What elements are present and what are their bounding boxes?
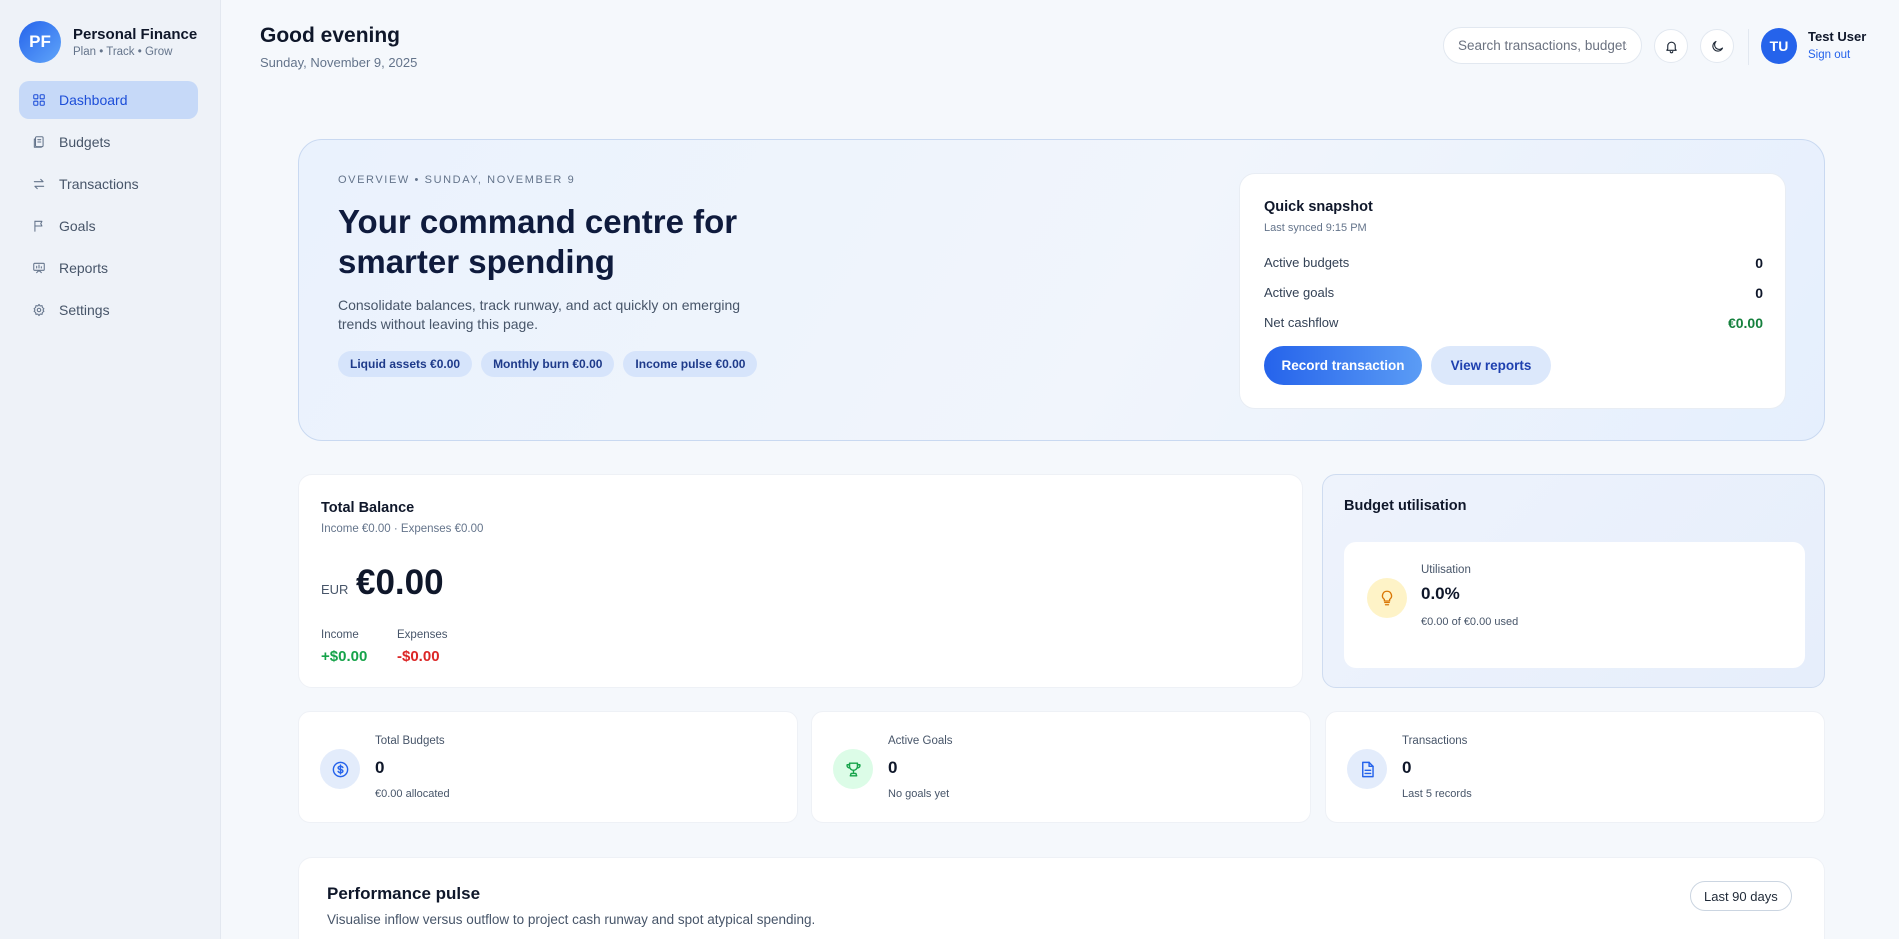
sidebar-item-budgets[interactable]: Budgets	[19, 123, 198, 161]
snapshot-row-value: 0	[1755, 285, 1763, 301]
sidebar: PF Personal Finance Plan • Track • Grow …	[0, 0, 221, 939]
sidebar-item-label: Transactions	[59, 176, 139, 192]
balance-title: Total Balance	[321, 500, 415, 516]
utilisation-value: 0.0%	[1421, 584, 1460, 603]
income-label: Income	[321, 629, 359, 641]
brand-name: Personal Finance	[73, 26, 198, 43]
sidebar-item-transactions[interactable]: Transactions	[19, 165, 198, 203]
brand-tagline: Plan • Track • Grow	[73, 46, 173, 58]
snapshot-row-active-goals: Active goals 0	[1264, 285, 1763, 301]
stat-value: 0	[888, 758, 898, 777]
lightbulb-icon	[1367, 578, 1407, 618]
performance-pulse-card: Performance pulse Visualise inflow versu…	[298, 857, 1825, 939]
performance-title: Performance pulse	[327, 884, 481, 903]
page-greeting: Good evening	[260, 24, 401, 47]
sidebar-item-settings[interactable]: Settings	[19, 291, 198, 329]
brand[interactable]: PF Personal Finance Plan • Track • Grow	[19, 21, 197, 63]
snapshot-row-label: Active budgets	[1264, 255, 1350, 270]
stat-value: 0	[1402, 758, 1412, 777]
stat-subtext: Last 5 records	[1402, 788, 1472, 800]
stat-value: 0	[375, 758, 385, 777]
total-balance-card: Total Balance Income €0.00 · Expenses €0…	[298, 474, 1303, 688]
hero-title: Your command centre for smarter spending	[338, 203, 738, 280]
date-range-button[interactable]: Last 90 days	[1690, 881, 1792, 911]
header-divider	[1748, 29, 1749, 65]
performance-subtitle: Visualise inflow versus outflow to proje…	[327, 912, 816, 927]
stat-card-active-goals[interactable]: Active Goals 0 No goals yet	[811, 711, 1311, 823]
pill-income-pulse: Income pulse €0.00	[623, 351, 758, 377]
theme-toggle-button[interactable]	[1700, 29, 1734, 63]
flag-icon	[34, 220, 43, 232]
sidebar-item-label: Budgets	[59, 134, 111, 150]
moon-icon	[1711, 40, 1723, 52]
sidebar-item-goals[interactable]: Goals	[19, 207, 198, 245]
hero-pills: Liquid assets €0.00 Monthly burn €0.00 I…	[338, 351, 758, 377]
bell-icon	[1665, 41, 1677, 53]
avatar[interactable]: TU	[1761, 28, 1797, 64]
hero-eyebrow: OVERVIEW • SUNDAY, NOVEMBER 9	[338, 174, 576, 186]
balance-amount: €0.00	[356, 563, 444, 602]
transfer-icon	[33, 178, 45, 190]
utilisation-label: Utilisation	[1421, 564, 1471, 576]
utilisation-panel: Utilisation 0.0% €0.00 of €0.00 used	[1344, 542, 1805, 668]
stat-subtext: No goals yet	[888, 788, 950, 800]
snapshot-row-label: Active goals	[1264, 285, 1335, 300]
sidebar-item-label: Goals	[59, 218, 96, 234]
stat-subtext: €0.00 allocated	[375, 788, 450, 800]
report-icon	[33, 262, 45, 274]
sidebar-item-dashboard[interactable]: Dashboard	[19, 81, 198, 119]
stat-card-transactions[interactable]: Transactions 0 Last 5 records	[1325, 711, 1825, 823]
hero-overview: OVERVIEW • SUNDAY, NOVEMBER 9 Your comma…	[298, 139, 1825, 441]
budget-utilisation-card: Budget utilisation Utilisation 0.0% €0.0…	[1322, 474, 1825, 688]
snapshot-row-label: Net cashflow	[1264, 315, 1339, 330]
stat-label: Total Budgets	[375, 735, 445, 747]
trophy-icon	[833, 749, 873, 789]
dashboard-icon	[33, 94, 45, 106]
page-date: Sunday, November 9, 2025	[260, 55, 418, 70]
snapshot-row-active-budgets: Active budgets 0	[1264, 255, 1763, 271]
hero-description: Consolidate balances, track runway, and …	[338, 297, 741, 332]
sidebar-item-reports[interactable]: Reports	[19, 249, 198, 287]
stat-card-total-budgets[interactable]: Total Budgets 0 €0.00 allocated	[298, 711, 798, 823]
search-input[interactable]	[1443, 27, 1642, 64]
sidebar-item-label: Reports	[59, 260, 109, 276]
budget-icon	[33, 136, 44, 148]
gear-icon	[33, 303, 45, 317]
expenses-label: Expenses	[397, 629, 448, 641]
sign-out-link[interactable]: Sign out	[1808, 49, 1850, 61]
pill-monthly-burn: Monthly burn €0.00	[481, 351, 615, 377]
view-reports-button[interactable]: View reports	[1431, 346, 1551, 385]
balance-subtitle: Income €0.00 · Expenses €0.00	[321, 523, 484, 535]
sidebar-item-label: Settings	[59, 302, 110, 318]
user-name: Test User	[1808, 29, 1867, 44]
utilisation-detail: €0.00 of €0.00 used	[1421, 616, 1519, 628]
snapshot-row-value: €0.00	[1727, 315, 1763, 331]
balance-currency: EUR	[321, 582, 349, 597]
expenses-value: -$0.00	[397, 648, 440, 665]
sidebar-item-label: Dashboard	[59, 92, 128, 108]
snapshot-row-net-cashflow: Net cashflow €0.00	[1264, 315, 1763, 331]
snapshot-sync-time: Last synced 9:15 PM	[1264, 222, 1367, 234]
sidebar-nav: Dashboard Budgets Transactions Goals Rep…	[19, 81, 198, 333]
brand-logo: PF	[19, 21, 61, 63]
stat-label: Transactions	[1402, 735, 1468, 747]
record-transaction-button[interactable]: Record transaction	[1264, 346, 1422, 385]
quick-snapshot-card: Quick snapshot Last synced 9:15 PM Activ…	[1239, 173, 1786, 409]
utilisation-title: Budget utilisation	[1344, 498, 1467, 514]
stat-label: Active Goals	[888, 735, 953, 747]
snapshot-row-value: 0	[1755, 255, 1763, 271]
income-value: +$0.00	[321, 648, 368, 665]
snapshot-title: Quick snapshot	[1264, 199, 1373, 215]
document-icon	[1347, 749, 1387, 789]
notifications-button[interactable]	[1654, 29, 1688, 63]
pill-liquid-assets: Liquid assets €0.00	[338, 351, 473, 377]
dollar-icon	[320, 749, 360, 789]
